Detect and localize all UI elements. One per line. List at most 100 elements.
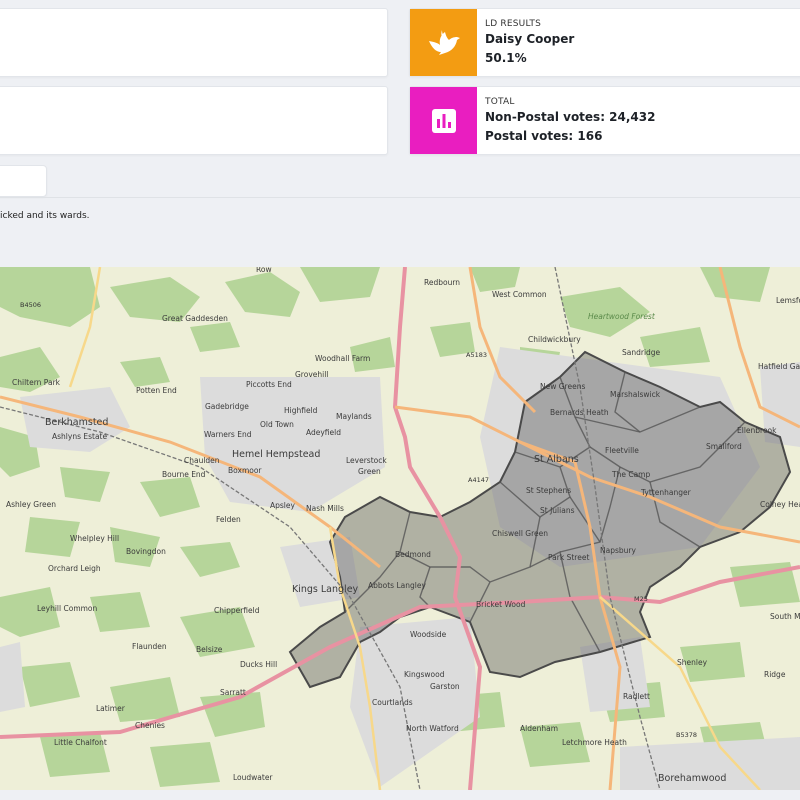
svg-text:Ellenbrook: Ellenbrook: [737, 426, 777, 435]
info-card-mid-left: [0, 86, 388, 155]
svg-text:Colney Heath: Colney Heath: [760, 500, 800, 509]
svg-text:Adeyfield: Adeyfield: [306, 428, 341, 437]
svg-text:St Julians: St Julians: [540, 506, 575, 515]
svg-text:Great Gaddesden: Great Gaddesden: [162, 314, 228, 323]
svg-text:Maylands: Maylands: [336, 412, 372, 421]
svg-text:B4506: B4506: [20, 301, 41, 309]
postal-votes: Postal votes: 166: [485, 129, 603, 143]
svg-text:Childwickbury: Childwickbury: [528, 335, 581, 344]
svg-text:Fleetville: Fleetville: [605, 446, 639, 455]
svg-text:Garston: Garston: [430, 682, 460, 691]
svg-text:Hemel Hempstead: Hemel Hempstead: [232, 449, 320, 460]
svg-text:Sarratt: Sarratt: [220, 688, 246, 697]
svg-text:Warners End: Warners End: [204, 430, 252, 439]
svg-text:Lemsfo…: Lemsfo…: [776, 296, 800, 305]
svg-text:West Common: West Common: [492, 290, 547, 299]
svg-text:Bricket Wood: Bricket Wood: [476, 600, 526, 609]
svg-text:Woodside: Woodside: [410, 630, 447, 639]
svg-text:Gadebridge: Gadebridge: [205, 402, 249, 411]
svg-text:Courtlands: Courtlands: [372, 698, 413, 707]
map-description: icked and its wards.: [0, 211, 90, 221]
svg-text:Radlett: Radlett: [623, 692, 650, 701]
svg-text:Chaulden: Chaulden: [184, 456, 220, 465]
bottom-bar: [0, 790, 800, 800]
svg-text:Park Street: Park Street: [548, 553, 589, 562]
svg-text:Bedmond: Bedmond: [395, 550, 431, 559]
svg-text:Kings Langley: Kings Langley: [292, 584, 359, 595]
svg-text:Kingswood: Kingswood: [404, 670, 445, 679]
svg-text:Chenies: Chenies: [135, 721, 165, 730]
svg-text:Shenley: Shenley: [677, 658, 708, 667]
svg-text:St Stephens: St Stephens: [526, 486, 571, 495]
ld-results-label: LD RESULTS: [485, 19, 542, 29]
svg-text:Whelpley Hill: Whelpley Hill: [70, 534, 119, 543]
info-card-top-left: [0, 8, 388, 77]
total-icon-box: [410, 87, 477, 154]
svg-text:A4147: A4147: [468, 476, 489, 484]
non-postal-votes: Non-Postal votes: 24,432: [485, 110, 656, 124]
dove-icon: [428, 29, 460, 55]
svg-text:South M…: South M…: [770, 612, 800, 621]
svg-text:Berkhamsted: Berkhamsted: [45, 417, 108, 428]
svg-text:Little Chalfont: Little Chalfont: [54, 738, 107, 747]
svg-text:Smallford: Smallford: [706, 442, 742, 451]
svg-text:Hatfield Ga…: Hatfield Ga…: [758, 362, 800, 371]
svg-text:Heartwood Forest: Heartwood Forest: [588, 312, 656, 321]
svg-text:Leyhill Common: Leyhill Common: [37, 604, 98, 613]
svg-text:The Camp: The Camp: [611, 470, 650, 479]
svg-text:Grovehill: Grovehill: [295, 370, 328, 379]
map-canvas[interactable]: Row Redbourn West Common Great Gaddesden…: [0, 267, 800, 790]
svg-text:Napsbury: Napsbury: [600, 546, 636, 555]
svg-text:Old Town: Old Town: [260, 420, 294, 429]
svg-text:A5183: A5183: [466, 351, 487, 359]
svg-text:Ashlyns Estate: Ashlyns Estate: [52, 432, 107, 441]
constituency-map[interactable]: Row Redbourn West Common Great Gaddesden…: [0, 267, 800, 790]
svg-text:Chiltern Park: Chiltern Park: [12, 378, 61, 387]
svg-text:Chiswell Green: Chiswell Green: [492, 529, 548, 538]
svg-text:Boxmoor: Boxmoor: [228, 466, 262, 475]
svg-text:Sandridge: Sandridge: [622, 348, 661, 357]
svg-text:Woodhall Farm: Woodhall Farm: [315, 354, 370, 363]
candidate-name: Daisy Cooper: [485, 32, 575, 46]
svg-text:Abbots Langley: Abbots Langley: [368, 581, 426, 590]
bar-chart-icon: [431, 108, 456, 133]
tab-button[interactable]: [0, 165, 47, 197]
svg-text:Ducks Hill: Ducks Hill: [240, 660, 277, 669]
total-card: TOTAL Non-Postal votes: 24,432 Postal vo…: [409, 86, 800, 155]
svg-text:Ashley Green: Ashley Green: [6, 500, 56, 509]
svg-text:New Greens: New Greens: [540, 382, 585, 391]
svg-text:Latimer: Latimer: [96, 704, 126, 713]
svg-text:North Watford: North Watford: [406, 724, 459, 733]
vote-percent: 50.1%: [485, 51, 527, 65]
svg-text:Flaunden: Flaunden: [132, 642, 167, 651]
svg-text:Bernards Heath: Bernards Heath: [550, 408, 609, 417]
svg-text:Loudwater: Loudwater: [233, 773, 273, 782]
svg-text:Orchard Leigh: Orchard Leigh: [48, 564, 101, 573]
svg-text:Highfield: Highfield: [284, 406, 318, 415]
svg-text:Tyttenhanger: Tyttenhanger: [640, 488, 692, 497]
total-label: TOTAL: [485, 97, 515, 107]
ld-results-icon-box: [410, 9, 477, 76]
svg-text:Ridge: Ridge: [764, 670, 786, 679]
svg-text:Nash Mills: Nash Mills: [306, 504, 344, 513]
svg-text:Bourne End: Bourne End: [162, 470, 206, 479]
svg-text:Potten End: Potten End: [136, 386, 177, 395]
svg-text:Redbourn: Redbourn: [424, 278, 460, 287]
ld-results-card: LD RESULTS Daisy Cooper 50.1%: [409, 8, 800, 77]
svg-text:Bovingdon: Bovingdon: [126, 547, 166, 556]
svg-text:B5378: B5378: [676, 731, 697, 739]
svg-text:St Albans: St Albans: [534, 454, 579, 465]
svg-text:Green: Green: [358, 467, 381, 476]
svg-text:Chipperfield: Chipperfield: [214, 606, 260, 615]
svg-text:Row: Row: [256, 267, 272, 274]
svg-text:Piccotts End: Piccotts End: [246, 380, 292, 389]
section-divider: [0, 197, 800, 198]
svg-text:Leverstock: Leverstock: [346, 456, 387, 465]
svg-text:Apsley: Apsley: [270, 501, 295, 510]
svg-text:M25: M25: [634, 595, 648, 603]
svg-text:Borehamwood: Borehamwood: [658, 773, 726, 784]
svg-text:Felden: Felden: [216, 515, 241, 524]
svg-text:Letchmore Heath: Letchmore Heath: [562, 738, 627, 747]
svg-text:Marshalswick: Marshalswick: [610, 390, 661, 399]
svg-text:Belsize: Belsize: [196, 645, 223, 654]
